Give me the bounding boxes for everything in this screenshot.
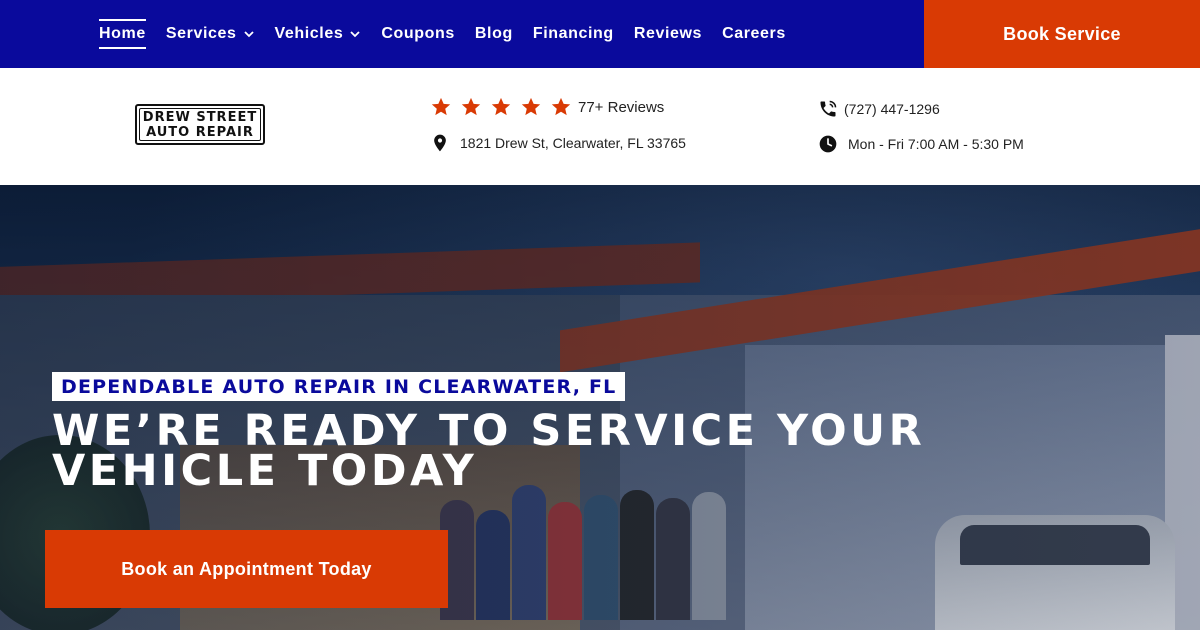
logo-line-2: AUTO REPAIR (146, 124, 254, 140)
nav-item-coupons[interactable]: Coupons (381, 19, 455, 49)
nav-item-reviews[interactable]: Reviews (634, 19, 702, 49)
nav-item-careers[interactable]: Careers (722, 19, 786, 49)
nav-label: Careers (722, 25, 786, 42)
rating[interactable]: 77+ Reviews (430, 96, 664, 118)
nav-label: Coupons (381, 25, 455, 42)
book-service-button[interactable]: Book Service (924, 0, 1200, 68)
star-icon (521, 97, 541, 116)
star-icon (551, 97, 571, 116)
address[interactable]: 1821 Drew St, Clearwater, FL 33765 (430, 133, 686, 153)
address-text: 1821 Drew St, Clearwater, FL 33765 (460, 135, 686, 151)
hero-headline: WE’RE READY TO SERVICE YOUR VEHICLE TODA… (52, 406, 926, 496)
phone-icon (820, 100, 837, 117)
hero-tagline: DEPENDABLE AUTO REPAIR IN CLEARWATER, FL (52, 372, 626, 401)
phone[interactable]: (727) 447-1296 (818, 99, 940, 119)
star-icon (461, 97, 481, 116)
nav-label: Financing (532, 25, 614, 42)
hours-text: Mon - Fri 7:00 AM - 5:30 PM (848, 136, 1024, 152)
star-icon (431, 97, 451, 116)
chevron-down-icon (350, 31, 360, 38)
nav-item-home[interactable]: Home (99, 19, 146, 49)
hours: Mon - Fri 7:00 AM - 5:30 PM (818, 134, 1024, 154)
nav-label: Reviews (633, 25, 703, 42)
clock-icon (819, 135, 837, 153)
info-bar: DREW STREET AUTO REPAIR 77+ Reviews 1821… (0, 68, 1200, 185)
logo-line-1: DREW STREET (142, 109, 258, 125)
nav-label: Blog (474, 25, 513, 42)
map-pin-icon (434, 134, 446, 152)
nav-item-financing[interactable]: Financing (533, 19, 614, 49)
nav-label: Services (165, 25, 237, 42)
chevron-down-icon (243, 31, 254, 38)
phone-text: (727) 447-1296 (844, 101, 940, 117)
reviews-link[interactable]: 77+ Reviews (578, 99, 664, 116)
hero-section: DEPENDABLE AUTO REPAIR IN CLEARWATER, FL… (0, 185, 1200, 630)
site-logo[interactable]: DREW STREET AUTO REPAIR (135, 104, 265, 145)
top-navigation-bar: Home Services Vehicles Coupons Blog Fina… (0, 0, 1200, 68)
nav-label: Home (99, 25, 146, 42)
nav-item-vehicles[interactable]: Vehicles (275, 19, 362, 49)
book-appointment-button[interactable]: Book an Appointment Today (45, 530, 448, 608)
nav-label: Vehicles (274, 25, 344, 42)
nav-item-services[interactable]: Services (166, 19, 255, 49)
nav-item-blog[interactable]: Blog (475, 19, 513, 49)
star-icon (491, 97, 511, 116)
main-nav: Home Services Vehicles Coupons Blog Fina… (99, 0, 786, 68)
